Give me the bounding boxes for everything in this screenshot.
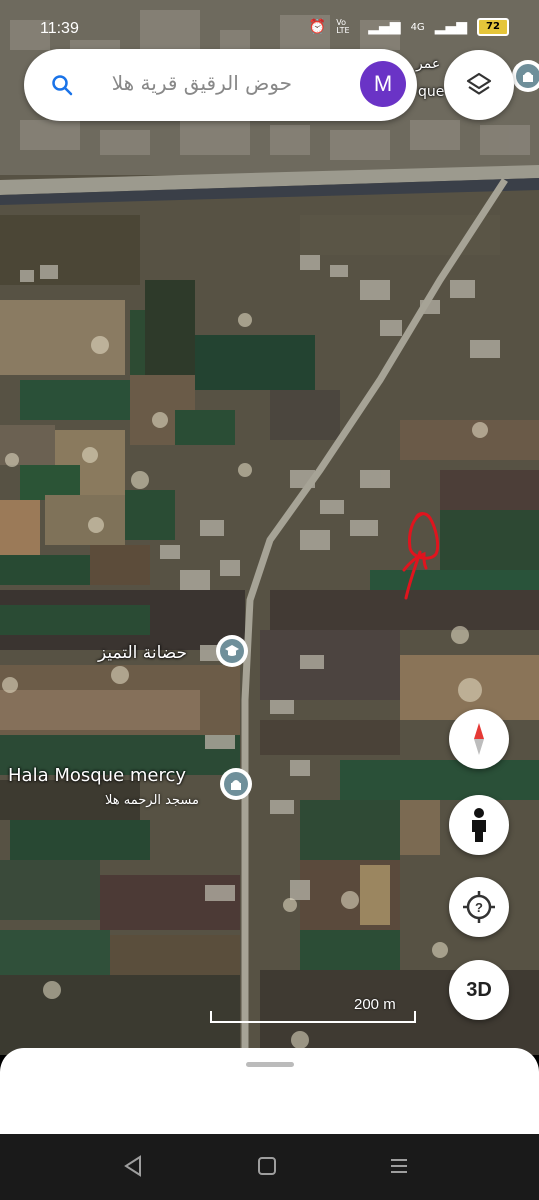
my-location-button[interactable]: ? (449, 877, 509, 937)
system-navigation-bar (0, 1134, 539, 1200)
hand-drawn-red-annotation (402, 512, 440, 600)
layers-button[interactable] (444, 50, 514, 120)
signal-icon-2: ▂▄▆ (434, 19, 467, 35)
search-icon[interactable] (50, 73, 74, 97)
pegman-icon (472, 808, 486, 842)
status-bar: 11:39 ⏰ Vo LTE ▂▄▆ 4G ▂▄▆ 72 (0, 14, 539, 44)
status-icons: ⏰ Vo LTE ▂▄▆ 4G ▂▄▆ 72 (309, 18, 509, 36)
recents-icon[interactable] (388, 1154, 410, 1178)
mosque-icon (523, 72, 533, 82)
map-label-top-right: عمر (416, 56, 441, 72)
home-icon[interactable] (256, 1154, 278, 1178)
battery-icon: 72 (477, 18, 509, 36)
mosque-arabic-label[interactable]: مسجد الرحمه هلا (105, 793, 199, 808)
alarm-icon: ⏰ (308, 19, 327, 35)
svg-text:?: ? (475, 900, 483, 915)
mosque-poi[interactable] (220, 768, 252, 800)
bottom-sheet[interactable] (0, 1048, 539, 1134)
layers-icon (466, 72, 492, 95)
account-avatar[interactable]: M (360, 61, 406, 107)
volte-badge: Vo LTE (336, 18, 350, 35)
nursery-poi[interactable] (216, 635, 248, 667)
street-view-button[interactable] (449, 795, 509, 855)
drag-handle[interactable] (246, 1062, 294, 1067)
compass-button[interactable] (449, 709, 509, 769)
signal-icon: ▂▄▆ (368, 19, 401, 35)
search-query[interactable]: حوض الرقيق قرية هلا (112, 71, 292, 95)
mosque-label[interactable]: Hala Mosque mercy (8, 765, 186, 786)
my-location-icon: ? (463, 891, 495, 923)
compass-icon (474, 723, 484, 755)
nursery-label[interactable]: حضانة التميز (98, 643, 187, 663)
scale-label: 200 m (354, 996, 396, 1013)
network-type: 4G (410, 21, 425, 33)
map-label-top-right-2: que (418, 84, 445, 100)
clock: 11:39 (40, 20, 79, 37)
back-icon[interactable] (122, 1154, 144, 1178)
search-bar[interactable]: حوض الرقيق قرية هلا M (24, 49, 417, 121)
graduation-cap-icon (225, 645, 239, 656)
3d-toggle-button[interactable]: 3D (449, 960, 509, 1020)
mosque-poi-top-right[interactable] (512, 60, 539, 92)
mosque-icon (231, 780, 241, 790)
